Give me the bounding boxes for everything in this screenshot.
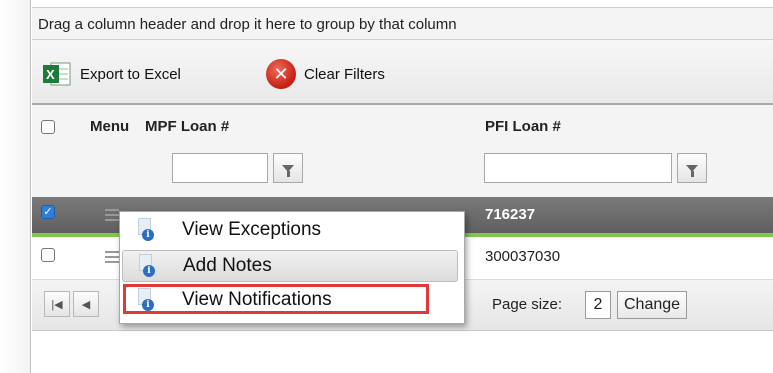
previous-page-button[interactable]: ◀: [73, 291, 99, 317]
column-header-row: Menu MPF Loan # PFI Loan #: [32, 105, 773, 148]
info-document-icon: i: [136, 218, 158, 242]
group-by-panel[interactable]: Drag a column header and drop it here to…: [32, 7, 773, 40]
export-to-excel-label: Export to Excel: [80, 65, 181, 83]
first-page-button[interactable]: |◀: [44, 291, 70, 317]
menu-item-label: View Exceptions: [182, 219, 322, 240]
row-menu-icon[interactable]: [105, 251, 119, 263]
filter-funnel-icon: [686, 164, 698, 177]
pfi-loan-filter-input[interactable]: [484, 153, 672, 183]
row-menu-icon[interactable]: [105, 209, 119, 221]
row-checkbox[interactable]: ✓: [41, 205, 55, 219]
menu-item-label: Add Notes: [183, 255, 272, 276]
page-size-input[interactable]: 2: [585, 291, 611, 319]
menu-item-view-exceptions[interactable]: i View Exceptions: [122, 214, 458, 246]
select-all-checkbox[interactable]: [41, 120, 55, 134]
mpf-loan-filter-button[interactable]: [273, 153, 303, 183]
column-header-mpf-loan[interactable]: MPF Loan #: [145, 118, 229, 135]
clear-filters-button[interactable]: ✕ Clear Filters: [266, 59, 385, 89]
column-header-menu[interactable]: Menu: [90, 118, 129, 135]
row-checkbox[interactable]: [41, 248, 55, 262]
export-to-excel-button[interactable]: X Export to Excel: [42, 59, 181, 89]
filter-funnel-icon: [282, 164, 294, 177]
left-gutter: [0, 0, 30, 373]
menu-item-add-notes[interactable]: i Add Notes: [122, 250, 458, 282]
pfi-loan-cell: 300037030: [485, 248, 561, 265]
change-page-size-button[interactable]: Change: [617, 291, 688, 319]
mpf-loan-filter-input[interactable]: [172, 153, 268, 183]
page-size-label: Page size:: [492, 296, 563, 313]
info-document-icon: i: [137, 254, 159, 278]
pfi-loan-cell: 716237: [485, 206, 536, 223]
svg-text:X: X: [46, 67, 55, 82]
pfi-loan-filter-button[interactable]: [677, 153, 707, 183]
clear-filters-label: Clear Filters: [304, 65, 385, 83]
grid-toolbar: X Export to Excel ✕ Clear Filters: [32, 40, 773, 105]
column-header-pfi-loan[interactable]: PFI Loan #: [485, 118, 561, 135]
filter-row: [32, 147, 773, 198]
annotation-highlight-box: [123, 284, 429, 314]
clear-filters-icon: ✕: [266, 59, 296, 89]
excel-icon: X: [42, 60, 72, 88]
